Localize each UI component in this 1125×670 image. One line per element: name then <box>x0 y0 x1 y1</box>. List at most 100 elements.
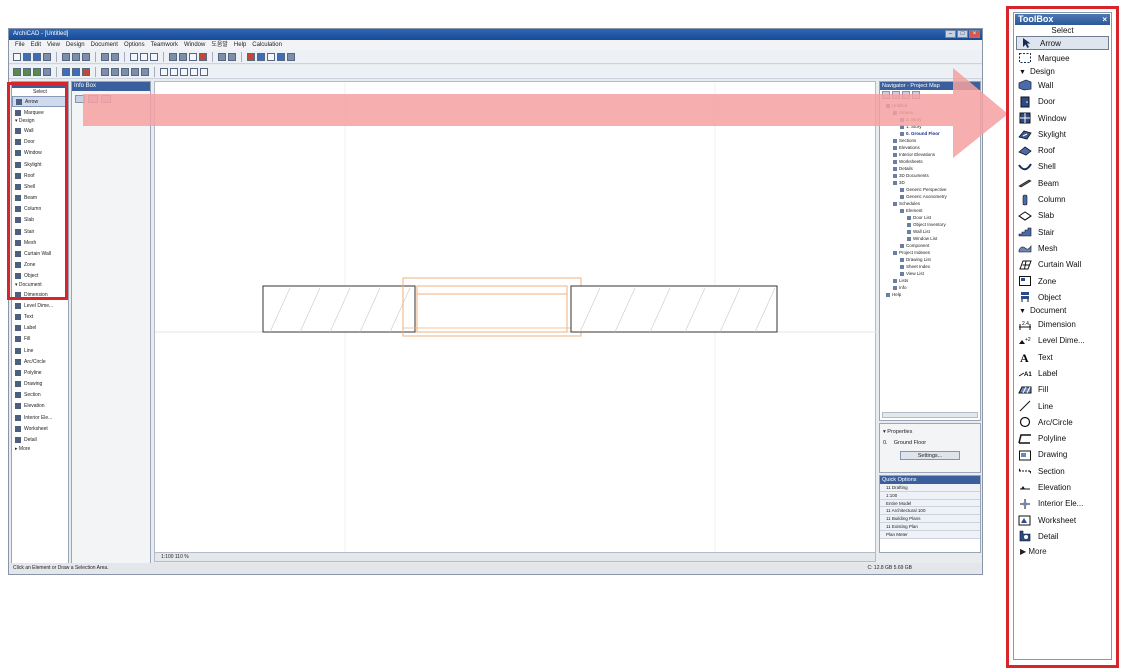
mini-tool-polyline[interactable]: Polyline <box>12 367 68 378</box>
tool-mesh[interactable]: Mesh <box>1014 240 1111 256</box>
tool-polyline[interactable]: Polyline <box>1014 431 1111 447</box>
teamwork-icon[interactable] <box>199 52 207 61</box>
menu-item-2[interactable]: View <box>47 40 60 50</box>
tool-arc-circle[interactable]: Arc/Circle <box>1014 414 1111 430</box>
quick-option-row[interactable]: Entire Model <box>880 499 980 508</box>
navigator-node[interactable]: 3D <box>880 179 980 186</box>
floor-plan-icon[interactable] <box>267 52 275 61</box>
navigator-node[interactable]: Wall List <box>880 228 980 235</box>
settings-button[interactable]: Settings... <box>900 451 960 460</box>
navigator-node[interactable]: Info <box>880 284 980 291</box>
canvas-horizontal-scrollbar[interactable]: 1:100 110 % <box>154 552 876 562</box>
menu-item-4[interactable]: Document <box>91 40 118 50</box>
navigator-scrollbar[interactable] <box>882 412 978 418</box>
menu-item-0[interactable]: File <box>15 40 25 50</box>
mini-tool-text[interactable]: Text <box>12 311 68 322</box>
navigator-node[interactable]: Lists <box>880 277 980 284</box>
navigator-node[interactable]: Window List <box>880 235 980 242</box>
distribute-icon[interactable] <box>228 52 236 61</box>
tool-arrow[interactable]: Arrow <box>1016 36 1109 50</box>
navigator-node[interactable]: Project Indexes <box>880 249 980 256</box>
tool-curtain-wall[interactable]: Curtain Wall <box>1014 257 1111 273</box>
navigator-node[interactable]: Element <box>880 207 980 214</box>
tool-interior-elevation[interactable]: Interior Ele... <box>1014 496 1111 512</box>
window-opening[interactable] <box>402 277 582 337</box>
tool-detail[interactable]: Detail <box>1014 528 1111 544</box>
section-view-icon[interactable] <box>277 52 285 61</box>
tool-label[interactable]: A1 Label <box>1014 365 1111 381</box>
undo-icon[interactable] <box>101 52 109 61</box>
quick-option-row[interactable]: 11 Building Plans <box>880 515 980 523</box>
mini-tool-elevation[interactable]: Elevation <box>12 401 68 412</box>
copy-icon[interactable] <box>72 52 80 61</box>
mini-tool-line[interactable]: Line <box>12 345 68 356</box>
tool-window[interactable]: Window <box>1014 110 1111 126</box>
quick-option-row[interactable]: 1:100 <box>880 491 980 500</box>
navigator-node[interactable]: Object Inventory <box>880 221 980 228</box>
tool-shell[interactable]: Shell <box>1014 159 1111 175</box>
drag-icon[interactable] <box>62 67 70 76</box>
grid-icon[interactable] <box>150 52 158 61</box>
tool-column[interactable]: Column <box>1014 191 1111 207</box>
navigator-node[interactable]: View List <box>880 270 980 277</box>
new-file-icon[interactable] <box>13 52 21 61</box>
toolbox-close-button[interactable]: × <box>1102 14 1107 25</box>
navigator-node[interactable]: Worksheets <box>880 158 980 165</box>
elevate-icon[interactable] <box>43 67 51 76</box>
mini-tool-interior-ele[interactable]: Interior Ele... <box>12 412 68 423</box>
fit-window-icon[interactable] <box>189 52 197 61</box>
paste-icon[interactable] <box>82 52 90 61</box>
gravity-icon[interactable] <box>140 52 148 61</box>
quick-option-row[interactable]: 11 Architectural 100 <box>880 507 980 516</box>
mirror-icon[interactable] <box>33 67 41 76</box>
move-icon[interactable] <box>13 67 21 76</box>
rotate-icon[interactable] <box>23 67 31 76</box>
snap-icon[interactable] <box>130 52 138 61</box>
tool-drawing[interactable]: Drawing <box>1014 447 1111 463</box>
tool-door[interactable]: Door <box>1014 94 1111 110</box>
menu-item-5[interactable]: Options <box>124 40 145 50</box>
menu-item-6[interactable]: Teamwork <box>151 40 178 50</box>
tool-stair[interactable]: Stair <box>1014 224 1111 240</box>
menu-item-10[interactable]: Calculation <box>252 40 282 50</box>
minimize-button[interactable]: – <box>945 30 956 38</box>
mini-tool-section[interactable]: Section <box>12 390 68 401</box>
menu-item-1[interactable]: Edit <box>31 40 41 50</box>
wall-right[interactable] <box>570 285 778 333</box>
pen-icon[interactable] <box>179 52 187 61</box>
navigator-node[interactable]: Component <box>880 242 980 249</box>
navigator-node[interactable]: Door List <box>880 214 980 221</box>
navigator-node[interactable]: Drawing List <box>880 256 980 263</box>
mini-tool-arc-circle[interactable]: Arc/Circle <box>12 356 68 367</box>
navigator-node[interactable]: Generic Perspective <box>880 186 980 193</box>
multiply-icon[interactable] <box>72 67 80 76</box>
tool-section[interactable]: Section <box>1014 463 1111 479</box>
navigator-node[interactable]: Help <box>880 291 980 298</box>
menu-item-8[interactable]: 도움말 <box>211 40 228 50</box>
properties-header[interactable]: ▾ Properties <box>883 427 977 438</box>
mini-more[interactable]: ▸ More <box>12 446 68 453</box>
tool-roof[interactable]: Roof <box>1014 142 1111 158</box>
tool-beam[interactable]: Beam <box>1014 175 1111 191</box>
tool-text[interactable]: A Text <box>1014 349 1111 365</box>
mini-tool-label[interactable]: Label <box>12 323 68 334</box>
navigator-node[interactable]: Generic Axonometry <box>880 193 980 200</box>
print-icon[interactable] <box>43 52 51 61</box>
tool-wall[interactable]: Wall <box>1014 77 1111 93</box>
quick-option-row[interactable]: 11 Existing Plan <box>880 522 980 531</box>
navigator-node[interactable]: 3D Documents <box>880 172 980 179</box>
open-file-icon[interactable] <box>23 52 31 61</box>
tool-fill[interactable]: Fill <box>1014 382 1111 398</box>
tool-zone[interactable]: Zone <box>1014 273 1111 289</box>
menu-item-7[interactable]: Window <box>184 40 205 50</box>
zoom-icon[interactable] <box>287 52 295 61</box>
tool-elevation[interactable]: Elevation <box>1014 479 1111 495</box>
tool-line[interactable]: Line <box>1014 398 1111 414</box>
tool-marquee[interactable]: Marquee <box>1014 50 1111 66</box>
quick-option-row[interactable]: 11 Drafting <box>880 484 980 492</box>
tool-dimension[interactable]: 2.4 Dimension <box>1014 316 1111 332</box>
tool-object[interactable]: Object <box>1014 289 1111 305</box>
navigator-node[interactable]: Sheet Index <box>880 263 980 270</box>
mini-tool-level-dime[interactable]: Level Dime... <box>12 300 68 311</box>
menu-item-3[interactable]: Design <box>66 40 85 50</box>
